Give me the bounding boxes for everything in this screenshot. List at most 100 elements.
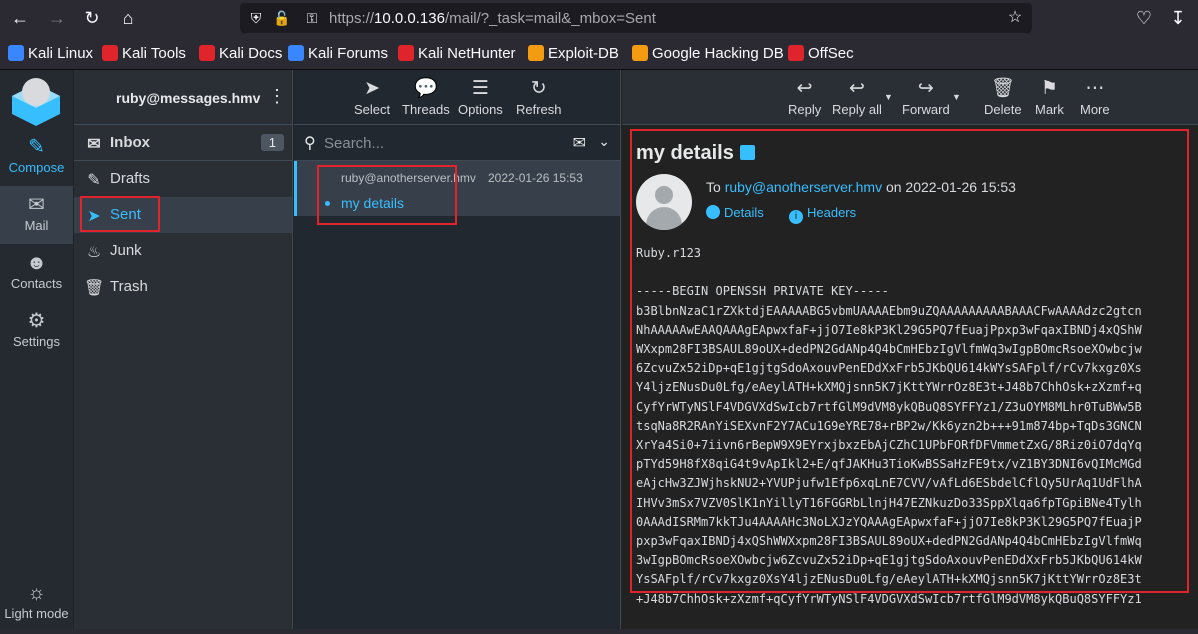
bookmark-label: Kali Forums	[308, 44, 389, 62]
downloads-icon[interactable]: ↧	[1166, 6, 1190, 30]
cursor-icon: ➤	[364, 78, 381, 99]
bookmark-favicon-icon	[398, 45, 414, 61]
bookmark-star-icon[interactable]: ☆	[1006, 9, 1024, 27]
bookmark-label: Kali Linux	[28, 44, 94, 62]
gear-icon: ⚙	[27, 310, 46, 332]
unread-count-badge: 1	[260, 134, 284, 151]
browser-toolbar: ← → ↻ ⌂ ⛨ 🔓 ⚿ https://10.0.0.136/mail/?_…	[0, 0, 1198, 36]
bookmark-item[interactable]: OffSec	[788, 44, 854, 62]
more-button[interactable]: ⋯ More	[1080, 76, 1110, 117]
bookmark-item[interactable]: Kali Tools	[102, 44, 186, 62]
list-toolbar: ➤ Select 💬 Threads ☰ Options ↻ Refresh	[294, 70, 620, 125]
reply-icon: ↩	[796, 78, 813, 99]
headers-link[interactable]: Headers	[807, 205, 856, 220]
roundcube-logo	[12, 78, 60, 126]
home-icon[interactable]: ⌂	[116, 6, 140, 30]
bookmark-label: Kali NetHunter	[418, 44, 516, 62]
more-label: More	[1080, 102, 1110, 117]
message-sender: ruby@anotherserver.hmv	[341, 171, 476, 185]
envelope-icon: ✉	[28, 194, 45, 216]
bookmark-label: Google Hacking DB	[652, 44, 784, 62]
kebab-menu-icon[interactable]: ⋮	[268, 86, 286, 107]
unread-dot-icon	[325, 201, 330, 206]
folder-label: Sent	[110, 206, 141, 223]
message-subject: my details	[341, 195, 405, 211]
bookmark-item[interactable]: Kali NetHunter	[398, 44, 516, 62]
search-input[interactable]	[324, 131, 544, 155]
refresh-button[interactable]: ↻ Refresh	[516, 76, 562, 117]
folder-label: Drafts	[110, 170, 151, 187]
bookmark-item[interactable]: Google Hacking DB	[632, 44, 784, 62]
recipient-line: To ruby@anotherserver.hmv on 2022-01-26 …	[706, 179, 1016, 195]
settings-nav-button[interactable]: ⚙ Settings	[0, 302, 73, 360]
threads-button[interactable]: 💬 Threads	[402, 76, 450, 117]
mark-button[interactable]: ⚑ Mark	[1035, 76, 1064, 117]
forward-dropdown-icon[interactable]: ▼	[952, 92, 961, 102]
back-arrow-icon[interactable]: ←	[8, 6, 32, 30]
avatar	[636, 174, 692, 230]
chevron-down-icon[interactable]: ⌄	[598, 133, 610, 150]
mail-nav-button[interactable]: ✉ Mail	[0, 186, 73, 244]
info-icon: i	[789, 210, 803, 224]
header-links: Details i Headers	[706, 205, 856, 224]
reply-button[interactable]: ↩ Reply	[788, 76, 821, 117]
folder-label: Trash	[110, 278, 148, 295]
reply-all-icon: ↩	[848, 78, 865, 99]
inbox-icon: ✉	[87, 136, 101, 153]
shield-icon[interactable]: ⛨	[247, 9, 265, 27]
key-icon[interactable]: ⚿	[303, 9, 321, 27]
search-bar: ⚲ ✉ ⌄	[294, 125, 620, 161]
search-icon: ⚲	[304, 135, 316, 152]
url-text[interactable]: https://10.0.0.136/mail/?_task=mail&_mbo…	[329, 10, 656, 27]
lock-warning-icon[interactable]: 🔓	[273, 9, 291, 27]
avatar-head-shape	[655, 186, 673, 204]
folder-trash[interactable]: 🗑 Trash	[74, 269, 292, 305]
bookmark-item[interactable]: Kali Forums	[288, 44, 388, 62]
open-external-icon[interactable]	[739, 145, 755, 160]
compose-button[interactable]: ✎ Compose	[0, 128, 73, 186]
contacts-nav-button[interactable]: ☻ Contacts	[0, 244, 73, 302]
forward-arrow-icon[interactable]: →	[45, 6, 69, 30]
forward-button[interactable]: ↪ Forward	[902, 76, 950, 117]
chat-bubbles-icon: 💬	[414, 78, 438, 99]
bookmark-item[interactable]: Kali Linux	[8, 44, 93, 62]
reload-icon[interactable]: ↻	[80, 6, 104, 30]
ellipsis-icon: ⋯	[1085, 78, 1105, 99]
folder-sent[interactable]: ➤ Sent	[74, 197, 292, 233]
reply-all-dropdown-icon[interactable]: ▼	[884, 92, 893, 102]
avatar-body-shape	[646, 207, 682, 230]
fire-icon: ♨	[86, 244, 102, 261]
message-toolbar: ↩ Reply ↩ Reply all ▼ ↪ Forward ▼ 🗑 Dele…	[622, 70, 1198, 125]
folder-junk[interactable]: ♨ Junk	[74, 233, 292, 269]
reply-all-label: Reply all	[832, 102, 882, 117]
message-viewer: ↩ Reply ↩ Reply all ▼ ↪ Forward ▼ 🗑 Dele…	[622, 70, 1198, 629]
bookmark-favicon-icon	[288, 45, 304, 61]
message-row[interactable]: ruby@anotherserver.hmv 2022-01-26 15:53 …	[294, 161, 620, 216]
contacts-icon: ☻	[25, 252, 48, 274]
recipient-link[interactable]: ruby@anotherserver.hmv	[725, 179, 882, 195]
bookmark-item[interactable]: Kali Docs	[199, 44, 282, 62]
message-body-text: Ruby.r123 -----BEGIN OPENSSH PRIVATE KEY…	[636, 246, 1142, 606]
delete-label: Delete	[984, 102, 1022, 117]
select-label: Select	[354, 102, 391, 117]
envelope-filter-icon[interactable]: ✉	[573, 133, 586, 153]
folder-inbox[interactable]: ✉ Inbox 1	[74, 125, 292, 161]
tag-icon: ⚑	[1040, 78, 1058, 99]
address-bar[interactable]: ⛨ 🔓 ⚿ https://10.0.0.136/mail/?_task=mai…	[240, 3, 1032, 33]
sent-date: on 2022-01-26 15:53	[885, 179, 1016, 195]
folder-drafts[interactable]: ✎ Drafts	[74, 161, 292, 197]
details-link[interactable]: Details	[724, 205, 764, 220]
options-button[interactable]: ☰ Options	[458, 76, 503, 117]
delete-button[interactable]: 🗑 Delete	[984, 76, 1022, 117]
bookmark-item[interactable]: Exploit-DB	[528, 44, 619, 62]
trash-icon: 🗑	[990, 78, 1015, 99]
reply-all-button[interactable]: ↩ Reply all	[832, 76, 882, 117]
compose-pencil-icon: ✎	[28, 136, 45, 158]
light-mode-toggle[interactable]: ☼ Light mode	[0, 576, 73, 634]
select-button[interactable]: ➤ Select	[354, 76, 390, 117]
folder-panel: ruby@messages.hmv ⋮ ✉ Inbox 1 ✎ Drafts ➤…	[74, 70, 293, 629]
roundcube-app: ✎ Compose ✉ Mail ☻ Contacts ⚙ Settings ☼…	[0, 70, 1198, 629]
bookmark-favicon-icon	[102, 45, 118, 61]
folder-label: Junk	[110, 242, 142, 259]
pocket-icon[interactable]: ♡	[1132, 6, 1156, 30]
